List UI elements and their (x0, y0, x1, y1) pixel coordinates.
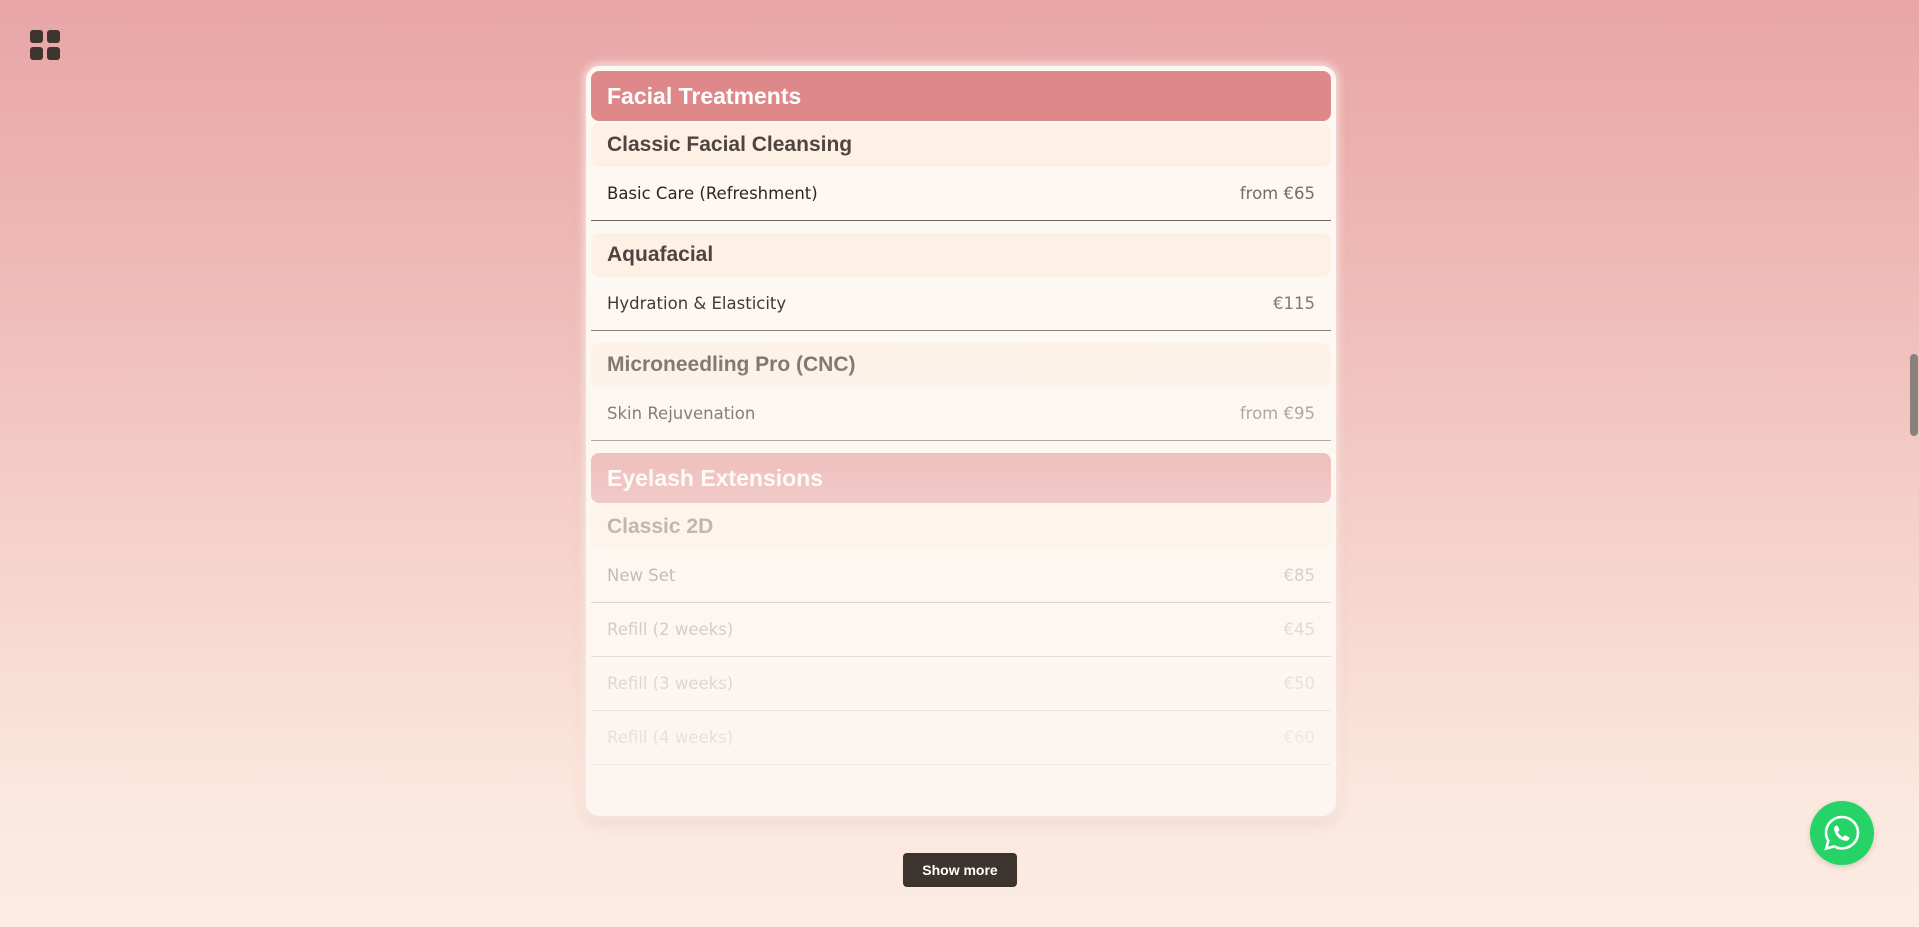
grid-square (47, 30, 60, 43)
category-title: Eyelash Extensions (607, 464, 824, 491)
category-header-eyelash: Eyelash Extensions (591, 453, 1331, 503)
service-name: Refill (3 weeks) (607, 674, 734, 693)
service-price: from €95 (1239, 404, 1315, 423)
whatsapp-icon (1824, 815, 1860, 851)
category-header-facial: Facial Treatments (591, 71, 1331, 121)
price-row: Refill (4 weeks) €60 (591, 711, 1331, 765)
grid-square (47, 47, 60, 60)
grid-square (30, 30, 43, 43)
price-row: Basic Care (Refreshment) from €65 (591, 167, 1331, 221)
price-list-card: Facial Treatments Classic Facial Cleansi… (586, 66, 1336, 816)
price-row: Skin Rejuvenation from €95 (591, 387, 1331, 441)
price-row: Refill (2 weeks) €45 (591, 603, 1331, 657)
service-group-title: Classic 2D (607, 515, 714, 538)
service-price: €60 (1283, 728, 1316, 747)
service-price: €50 (1283, 674, 1316, 693)
service-group-header: Classic 2D (591, 505, 1331, 549)
scrollbar-track[interactable] (1908, 0, 1919, 927)
price-row: Refill (3 weeks) €50 (591, 657, 1331, 711)
service-price: €45 (1283, 620, 1316, 639)
category-title: Facial Treatments (607, 82, 802, 109)
service-group-title: Classic Facial Cleansing (607, 133, 853, 156)
service-name: Hydration & Elasticity (607, 294, 787, 313)
scrollbar-thumb[interactable] (1910, 354, 1918, 436)
service-price: from €65 (1239, 184, 1315, 203)
service-group-title: Microneedling Pro (CNC) (607, 353, 856, 376)
service-price: €115 (1273, 294, 1315, 313)
service-name: Refill (2 weeks) (607, 620, 734, 639)
service-group-header: Aquafacial (591, 233, 1331, 277)
service-group-title: Aquafacial (607, 243, 714, 266)
price-row: Hydration & Elasticity €115 (591, 277, 1331, 331)
service-group-header: Classic Facial Cleansing (591, 123, 1331, 167)
service-price: €85 (1283, 566, 1316, 585)
service-name: New Set (607, 566, 676, 585)
show-more-button[interactable]: Show more (903, 853, 1017, 887)
service-name: Refill (4 weeks) (607, 728, 734, 747)
grid-menu-icon[interactable] (30, 30, 60, 60)
price-row: New Set €85 (591, 549, 1331, 603)
service-group-header: Microneedling Pro (CNC) (591, 343, 1331, 387)
whatsapp-button[interactable] (1810, 801, 1874, 865)
grid-square (30, 47, 43, 60)
service-name: Skin Rejuvenation (607, 404, 756, 423)
service-name: Basic Care (Refreshment) (607, 184, 818, 203)
price-list: Facial Treatments Classic Facial Cleansi… (591, 71, 1331, 765)
